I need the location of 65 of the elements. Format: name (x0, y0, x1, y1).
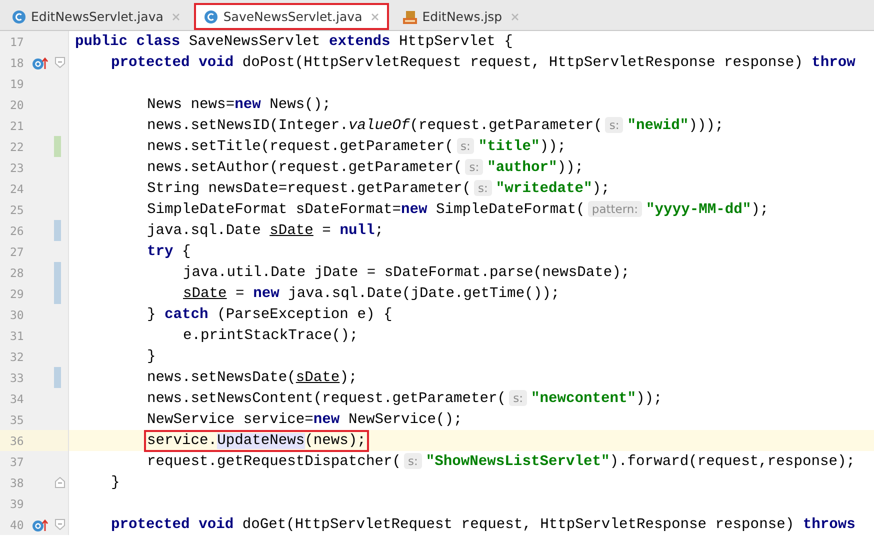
line-number: 26 (9, 224, 25, 238)
line-number: 24 (9, 182, 25, 196)
change-marker[interactable] (54, 136, 61, 157)
override-icon[interactable] (32, 56, 48, 70)
file-tab[interactable]: SaveNewsServlet.java (194, 3, 390, 30)
line-number: 17 (9, 34, 25, 48)
line-number: 22 (9, 140, 25, 154)
code-line: public class SaveNewsServlet extends HttpServlet { (75, 34, 513, 50)
override-icon[interactable] (32, 518, 48, 532)
fold-icon[interactable] (55, 57, 65, 68)
line-number: 38 (9, 476, 25, 490)
code-line: } catch (ParseException e) { (147, 306, 392, 322)
line-number: 36 (9, 434, 25, 448)
line-number: 19 (9, 76, 25, 90)
code-line: } (147, 348, 156, 364)
line-number: 25 (9, 202, 25, 216)
close-icon[interactable] (371, 12, 380, 20)
file-tab[interactable]: EditNewsServlet.java (2, 3, 190, 30)
line-number: 31 (9, 328, 25, 342)
change-marker[interactable] (54, 367, 61, 388)
code-line: sDate = new java.sql.Date(jDate.getTime()); (183, 286, 560, 302)
code-line: } (111, 474, 120, 490)
code-line: news.setNewsContent(request.getParameter( s: "newcontent")); (147, 390, 662, 406)
jsp-file-icon (403, 10, 418, 24)
change-marker[interactable] (54, 283, 61, 304)
line-number: 20 (9, 98, 25, 112)
fold-icon[interactable] (55, 477, 65, 488)
close-icon[interactable] (511, 12, 520, 20)
line-number: 21 (9, 118, 25, 132)
code-line: String newsDate=request.getParameter( s: "writedate"); (147, 180, 610, 196)
line-number: 39 (9, 496, 25, 510)
line-number: 34 (9, 392, 25, 406)
code-line: news.setTitle(request.getParameter( s: "title")); (147, 138, 566, 154)
line-number: 40 (9, 518, 25, 532)
code-line: request.getRequestDispatcher( s: "ShowNewsListServlet").forward(request,response); (147, 454, 855, 470)
line-number: 27 (9, 244, 25, 258)
code-line: try { (147, 244, 191, 260)
code-line: news.setAuthor(request.getParameter( s: "author")); (147, 160, 584, 176)
code-line: News news=new News(); (147, 96, 331, 112)
line-number: 18 (9, 56, 25, 70)
line-number: 35 (9, 412, 25, 426)
code-line: protected void doGet(HttpServletRequest request, HttpServletResponse response) throws (111, 516, 856, 532)
line-number: 23 (9, 160, 25, 174)
code-line: news.setNewsID(Integer.valueOf(request.getParameter( s: "newid"))); (147, 118, 724, 134)
code-line: java.util.Date jDate = sDateFormat.parse(newsDate); (183, 264, 630, 280)
code-line: e.printStackTrace(); (183, 328, 358, 344)
code-line: news.setNewsDate(sDate); (147, 370, 358, 386)
close-icon[interactable] (172, 12, 180, 20)
line-number: 28 (9, 266, 25, 280)
line-number: 30 (9, 308, 25, 322)
line-number: 29 (9, 286, 25, 300)
file-tab[interactable]: EditNews.jsp (393, 3, 530, 30)
line-number: 33 (9, 370, 25, 384)
code-line: java.sql.Date sDate = null; (147, 222, 384, 238)
code-line: service.UpdateNews(news); (147, 432, 366, 448)
fold-icon[interactable] (55, 519, 65, 530)
line-number: 37 (9, 454, 25, 468)
change-marker[interactable] (54, 262, 61, 283)
change-marker[interactable] (54, 220, 61, 241)
code-line: NewService service=new NewService(); (147, 412, 462, 428)
code-line: protected void doPost(HttpServletRequest request, HttpServletResponse response) throw (111, 54, 856, 70)
class-file-icon (204, 10, 218, 24)
class-file-icon (12, 10, 26, 24)
code-line: SimpleDateFormat sDateFormat=new SimpleDateFormat( pattern: "yyyy-MM-dd"); (147, 202, 769, 218)
line-number: 32 (9, 350, 25, 364)
